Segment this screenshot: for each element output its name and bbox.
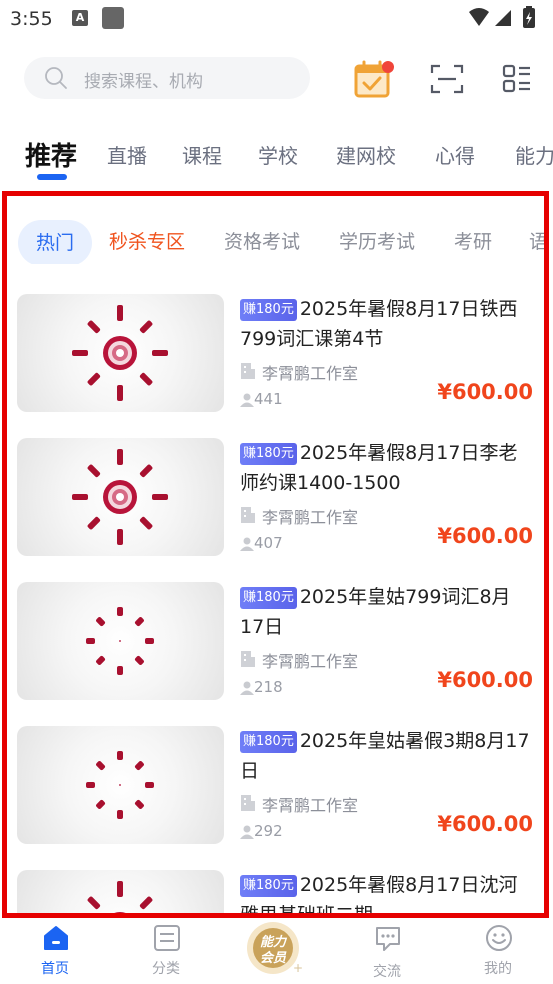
search-placeholder: 搜索课程、机构 <box>84 72 203 92</box>
course-item[interactable]: 赚180元 2025年皇姑799词汇8月17日 李霄鹏工作室 218 ¥600.0… <box>17 582 537 702</box>
status-indicators-icon <box>469 6 535 28</box>
vip-line2: 会员 <box>260 950 287 966</box>
notification-square-icon <box>102 7 124 29</box>
user-icon <box>240 393 254 407</box>
vip-badge-icon: 能力 会员 + <box>247 922 303 975</box>
active-tab-indicator <box>37 174 67 180</box>
earn-badge: 赚180元 <box>240 443 297 465</box>
earn-badge: 赚180元 <box>240 299 297 321</box>
course-title: 赚180元 2025年皇姑暑假3期8月17日 <box>240 726 530 786</box>
user-icon <box>240 825 254 839</box>
course-item[interactable]: 赚180元 2025年暑假8月17日李老师约课1400-1500 李霄鹏工作室 4… <box>17 438 537 558</box>
earn-badge: 赚180元 <box>240 731 297 753</box>
chat-icon <box>376 927 400 951</box>
earn-badge: 赚180元 <box>240 587 297 609</box>
nav-mine[interactable]: 我的 <box>458 918 538 984</box>
vip-line1: 能力 <box>260 934 288 950</box>
course-thumbnail <box>17 582 224 700</box>
sub-tab-bar: 热门 秒杀专区 资格考试 学历考试 考研 语言 <box>7 218 544 264</box>
building-icon <box>241 651 255 667</box>
course-price: ¥600.00 <box>437 524 533 548</box>
svg-text:+: + <box>293 961 303 975</box>
status-time: 3:55 <box>10 8 53 30</box>
building-icon <box>241 795 255 811</box>
enrollment-count: 292 <box>254 822 283 840</box>
tab-build-school[interactable]: 建网校 <box>336 140 396 169</box>
nav-vip[interactable]: 能力 会员 + <box>240 920 310 976</box>
course-title: 赚180元 2025年皇姑799词汇8月17日 <box>240 582 530 642</box>
list-icon[interactable] <box>502 64 532 94</box>
main-tab-bar: 推荐 直播 课程 学校 建网校 心得 能力 <box>0 130 553 186</box>
course-thumbnail <box>17 726 224 844</box>
tab-courses[interactable]: 课程 <box>182 140 222 169</box>
loading-sun-icon <box>72 305 168 401</box>
sub-tab-qualification[interactable]: 资格考试 <box>224 227 300 254</box>
tab-recommend[interactable]: 推荐 <box>25 136 77 173</box>
enrollment-count: 407 <box>254 534 283 552</box>
nav-category[interactable]: 分类 <box>126 918 206 984</box>
scan-icon[interactable] <box>430 64 464 94</box>
tab-insights[interactable]: 心得 <box>435 140 475 169</box>
notification-a-icon: A <box>72 10 88 26</box>
course-item[interactable]: 赚180元 2025年暑假8月17日沈河雅思基础班二期 <box>17 870 537 913</box>
building-icon <box>241 507 255 523</box>
nav-chat[interactable]: 交流 <box>347 918 427 984</box>
search-icon <box>45 67 67 89</box>
loading-dots-icon <box>86 607 154 675</box>
enrollment-count: 218 <box>254 678 283 696</box>
org-name: 李霄鹏工作室 <box>262 508 359 527</box>
sub-tab-language[interactable]: 语言 <box>529 227 544 254</box>
course-price: ¥600.00 <box>437 668 533 692</box>
org-name: 李霄鹏工作室 <box>262 796 359 815</box>
nav-category-label: 分类 <box>152 961 180 977</box>
course-title: 赚180元 2025年暑假8月17日沈河雅思基础班二期 <box>240 870 530 913</box>
category-icon <box>154 925 180 951</box>
user-icon <box>240 681 254 695</box>
search-input[interactable]: 搜索课程、机构 <box>24 57 310 99</box>
sub-tab-flash-sale[interactable]: 秒杀专区 <box>109 227 185 254</box>
course-price: ¥600.00 <box>437 812 533 836</box>
sub-tab-postgrad[interactable]: 考研 <box>454 227 492 254</box>
course-thumbnail <box>17 870 224 913</box>
org-name: 李霄鹏工作室 <box>262 652 359 671</box>
course-price: ¥600.00 <box>437 380 533 404</box>
course-title: 赚180元 2025年暑假8月17日李老师约课1400-1500 <box>240 438 530 498</box>
home-icon <box>44 926 68 950</box>
sub-tab-hot[interactable]: 热门 <box>18 220 92 264</box>
loading-dots-icon <box>86 751 154 819</box>
course-list-panel: 热门 秒杀专区 资格考试 学历考试 考研 语言 <box>2 191 549 918</box>
nav-chat-label: 交流 <box>373 964 401 980</box>
loading-sun-icon <box>87 881 153 913</box>
loading-sun-icon <box>72 449 168 545</box>
earn-badge: 赚180元 <box>240 875 297 897</box>
enrollment-count: 441 <box>254 390 283 408</box>
sub-tab-degree[interactable]: 学历考试 <box>339 227 415 254</box>
course-item[interactable]: 赚180元 2025年皇姑暑假3期8月17日 李霄鹏工作室 292 ¥600.00 <box>17 726 537 846</box>
nav-mine-label: 我的 <box>484 961 512 977</box>
nav-home-label: 首页 <box>41 961 69 977</box>
tab-live[interactable]: 直播 <box>107 140 147 169</box>
tab-ability[interactable]: 能力 <box>515 140 553 169</box>
course-thumbnail <box>17 294 224 412</box>
nav-home[interactable]: 首页 <box>15 918 95 984</box>
bottom-nav: 首页 分类 能力 会员 + 交流 我的 <box>0 918 553 984</box>
status-bar: 3:55 A <box>0 0 553 38</box>
building-icon <box>241 363 255 379</box>
course-thumbnail <box>17 438 224 556</box>
course-item[interactable]: 赚180元 2025年暑假8月17日铁西799词汇课第4节 李霄鹏工作室 441 … <box>17 294 537 414</box>
course-title: 赚180元 2025年暑假8月17日铁西799词汇课第4节 <box>240 294 530 354</box>
tab-schools[interactable]: 学校 <box>258 140 298 169</box>
org-name: 李霄鹏工作室 <box>262 364 359 383</box>
user-icon <box>240 537 254 551</box>
calendar-check-icon[interactable] <box>352 60 394 100</box>
smile-icon <box>486 925 512 951</box>
